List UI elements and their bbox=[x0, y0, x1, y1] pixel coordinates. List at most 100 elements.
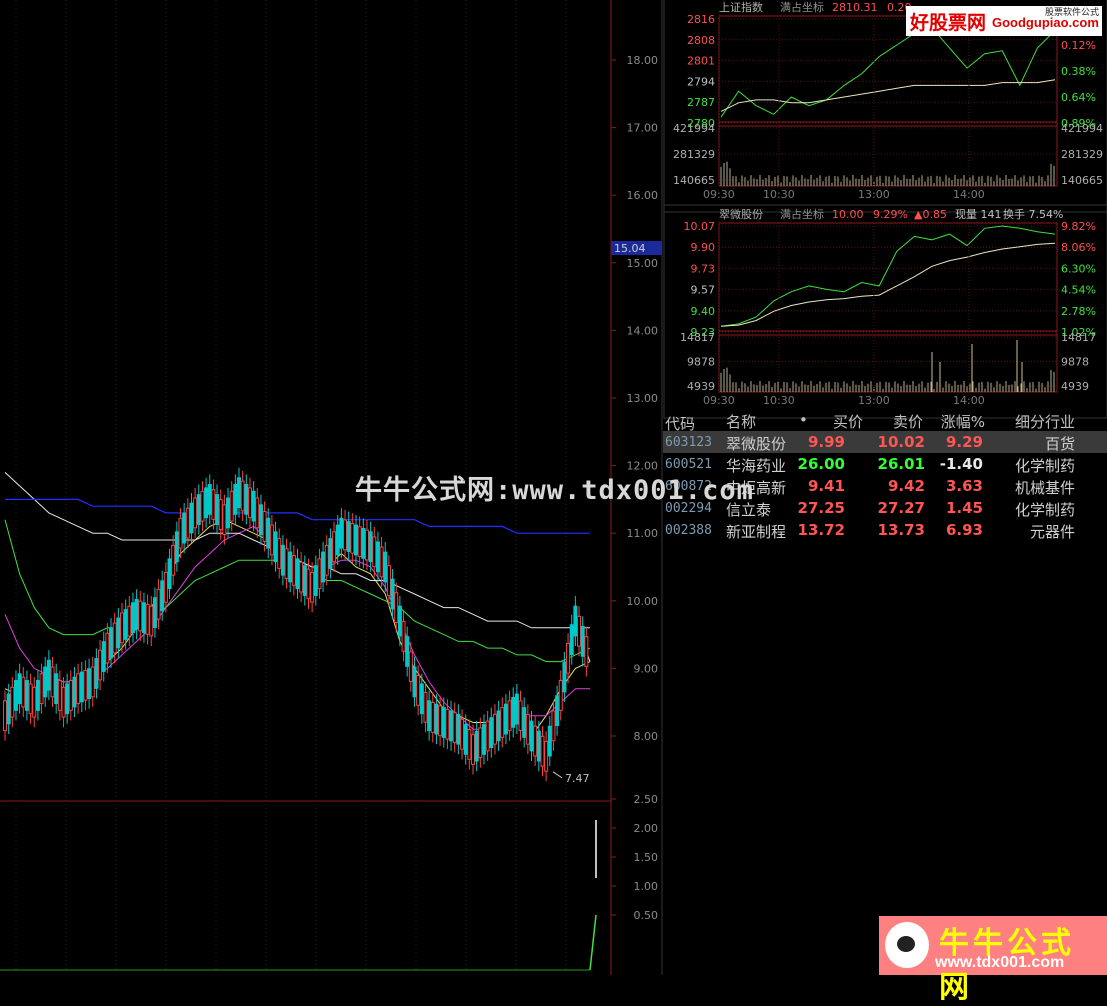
mini-right-tick: 2.78% bbox=[1061, 305, 1096, 318]
candle-body bbox=[247, 487, 252, 519]
panel-name: 上证指数 bbox=[719, 0, 763, 14]
table-row[interactable]: 002388 新亚制程 13.72 13.73 6.93 元器件 bbox=[663, 519, 1107, 541]
candle-body bbox=[160, 580, 165, 612]
candle-body bbox=[405, 636, 410, 667]
col-industry[interactable]: 细分行业 bbox=[1015, 411, 1075, 432]
candle-body bbox=[156, 588, 161, 620]
candle-body bbox=[21, 676, 26, 708]
candle-body bbox=[65, 683, 70, 715]
col-pct[interactable]: 涨幅% bbox=[941, 411, 985, 432]
candle-body bbox=[152, 597, 157, 629]
ind-tick-label: 2.50 bbox=[634, 793, 659, 806]
mini-vol-tick-right: 14817 bbox=[1061, 331, 1096, 344]
stock-name: 新亚制程 bbox=[726, 523, 787, 541]
candle-body bbox=[112, 622, 117, 654]
candle-body bbox=[299, 561, 304, 593]
candle-body bbox=[185, 507, 190, 539]
candle-body bbox=[346, 521, 351, 552]
candle-body bbox=[441, 707, 446, 738]
y-tick-label: 15.00 bbox=[627, 257, 659, 270]
candle-body bbox=[580, 625, 585, 657]
candle-body bbox=[68, 680, 73, 711]
candle-body bbox=[474, 730, 479, 762]
bid-price: 9.99 bbox=[807, 433, 845, 451]
candle-body bbox=[302, 565, 307, 596]
col-name[interactable]: 名称 bbox=[726, 411, 756, 432]
bid-price: 9.41 bbox=[807, 477, 845, 495]
ask-price: 26.01 bbox=[877, 455, 925, 473]
candle-body bbox=[416, 674, 421, 706]
candle-body bbox=[130, 602, 135, 634]
candle-body bbox=[328, 538, 333, 569]
mini-vol-tick-right: 140665 bbox=[1061, 174, 1103, 187]
candle-body bbox=[244, 484, 249, 515]
candle-body bbox=[200, 490, 205, 522]
candle-body bbox=[193, 497, 198, 529]
candle-body bbox=[379, 546, 384, 578]
ind-tick-label: 2.00 bbox=[634, 822, 659, 835]
candle-body bbox=[76, 673, 81, 705]
change-pct: -1.40 bbox=[939, 455, 983, 473]
candle-body bbox=[233, 484, 238, 515]
candle-body bbox=[467, 729, 472, 760]
watermark-text: 牛牛公式网:www.tdx001.com bbox=[355, 475, 754, 506]
ask-price: 9.42 bbox=[887, 477, 925, 495]
candle-body bbox=[324, 544, 329, 576]
candle-body bbox=[28, 683, 33, 715]
candle-body bbox=[291, 555, 296, 586]
candle-body bbox=[207, 484, 212, 515]
col-dot: • bbox=[799, 411, 808, 429]
candle-body bbox=[350, 522, 355, 554]
candle-body bbox=[522, 707, 527, 738]
mini-vol-tick-right: 9878 bbox=[1061, 356, 1089, 369]
candle-body bbox=[438, 705, 443, 737]
candle-body bbox=[54, 673, 59, 705]
logo-sub-text: 股票软件公式 bbox=[1044, 8, 1099, 18]
candle-body bbox=[280, 544, 285, 576]
candle-body bbox=[339, 517, 344, 549]
candle-body bbox=[273, 531, 278, 563]
y-tick-label: 14.00 bbox=[627, 324, 659, 337]
mini-left-tick: 9.90 bbox=[691, 241, 716, 254]
candle-body bbox=[386, 565, 391, 596]
candle-body bbox=[529, 720, 534, 752]
candle-body bbox=[134, 598, 139, 630]
candle-body bbox=[503, 703, 508, 735]
time-tick: 13:00 bbox=[858, 394, 890, 407]
candle-body bbox=[24, 680, 29, 711]
candle-body bbox=[149, 605, 154, 637]
panel-name: 翠微股份 bbox=[719, 207, 763, 221]
candle-body bbox=[171, 544, 176, 576]
mini-vol-tick: 281329 bbox=[673, 148, 715, 161]
col-bid[interactable]: 买价 bbox=[833, 411, 863, 432]
candle-body bbox=[485, 720, 490, 752]
candle-body bbox=[105, 632, 110, 664]
candle-body bbox=[313, 565, 318, 596]
candle-body bbox=[562, 661, 567, 693]
candle-body bbox=[492, 713, 497, 745]
change-pct: 6.93 bbox=[945, 521, 983, 539]
candle-body bbox=[335, 524, 340, 556]
candle-body bbox=[361, 527, 366, 559]
mini-right-tick: 8.06% bbox=[1061, 241, 1096, 254]
candle-body bbox=[577, 615, 582, 647]
mini-left-tick: 2794 bbox=[687, 75, 715, 88]
candle-body bbox=[445, 708, 450, 740]
cow-logo-icon bbox=[885, 922, 929, 968]
candle-body bbox=[39, 673, 44, 705]
candle-body bbox=[310, 571, 315, 603]
candle-body bbox=[368, 531, 373, 563]
candle-body bbox=[412, 666, 417, 698]
candle-body bbox=[375, 541, 380, 573]
table-row[interactable]: 603123 翠微股份 9.99 10.02 9.29 百货 bbox=[663, 431, 1107, 453]
candle-body bbox=[116, 617, 121, 649]
intraday-line-1 bbox=[720, 79, 1056, 112]
candle-body bbox=[284, 548, 289, 579]
panel-header-value: 现量 141 bbox=[955, 208, 1002, 221]
col-ask[interactable]: 卖价 bbox=[893, 411, 923, 432]
candle-body bbox=[109, 627, 114, 659]
ind-tick-label: 0.50 bbox=[634, 909, 659, 922]
candle-body bbox=[321, 551, 326, 583]
candle-body bbox=[401, 620, 406, 652]
price-area bbox=[718, 222, 1058, 336]
